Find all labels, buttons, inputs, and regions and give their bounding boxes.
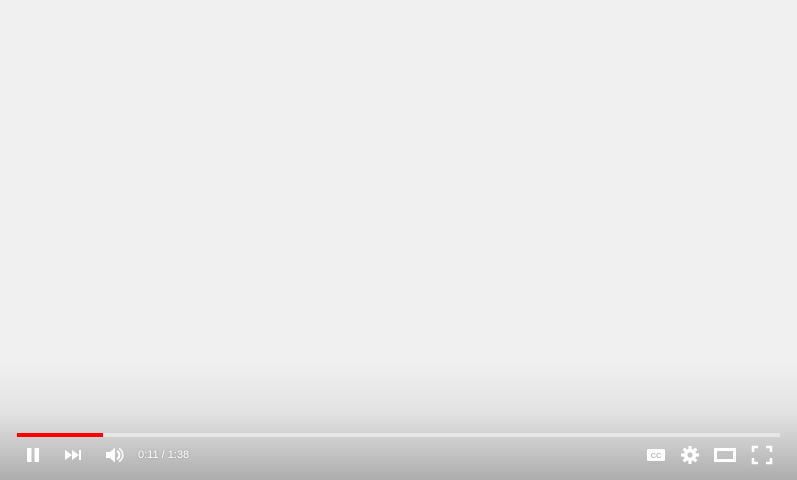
captions-button[interactable]: CC: [641, 440, 671, 470]
theater-mode-icon: [714, 447, 736, 463]
current-time: 0:11: [138, 449, 159, 461]
control-bar: 0:11 / 1:38 CC: [0, 440, 797, 470]
fullscreen-button[interactable]: [747, 440, 777, 470]
time-display: 0:11 / 1:38: [138, 440, 189, 470]
captions-icon: CC: [646, 447, 666, 463]
captions-label: CC: [651, 451, 662, 460]
next-button[interactable]: [58, 440, 88, 470]
progress-bar[interactable]: [17, 433, 780, 437]
video-player[interactable]: 0:11 / 1:38 CC: [0, 0, 797, 480]
time-separator: /: [158, 449, 168, 461]
mute-button[interactable]: [99, 440, 129, 470]
video-surface[interactable]: [0, 0, 797, 480]
fullscreen-icon: [751, 445, 773, 465]
pause-icon: [24, 446, 42, 464]
next-icon: [63, 447, 83, 463]
settings-icon: [680, 445, 700, 465]
duration: 1:38: [167, 449, 190, 461]
settings-button[interactable]: [675, 440, 705, 470]
theater-mode-button[interactable]: [710, 440, 740, 470]
volume-icon: [104, 446, 124, 464]
progress-played: [17, 433, 103, 437]
pause-button[interactable]: [18, 440, 48, 470]
